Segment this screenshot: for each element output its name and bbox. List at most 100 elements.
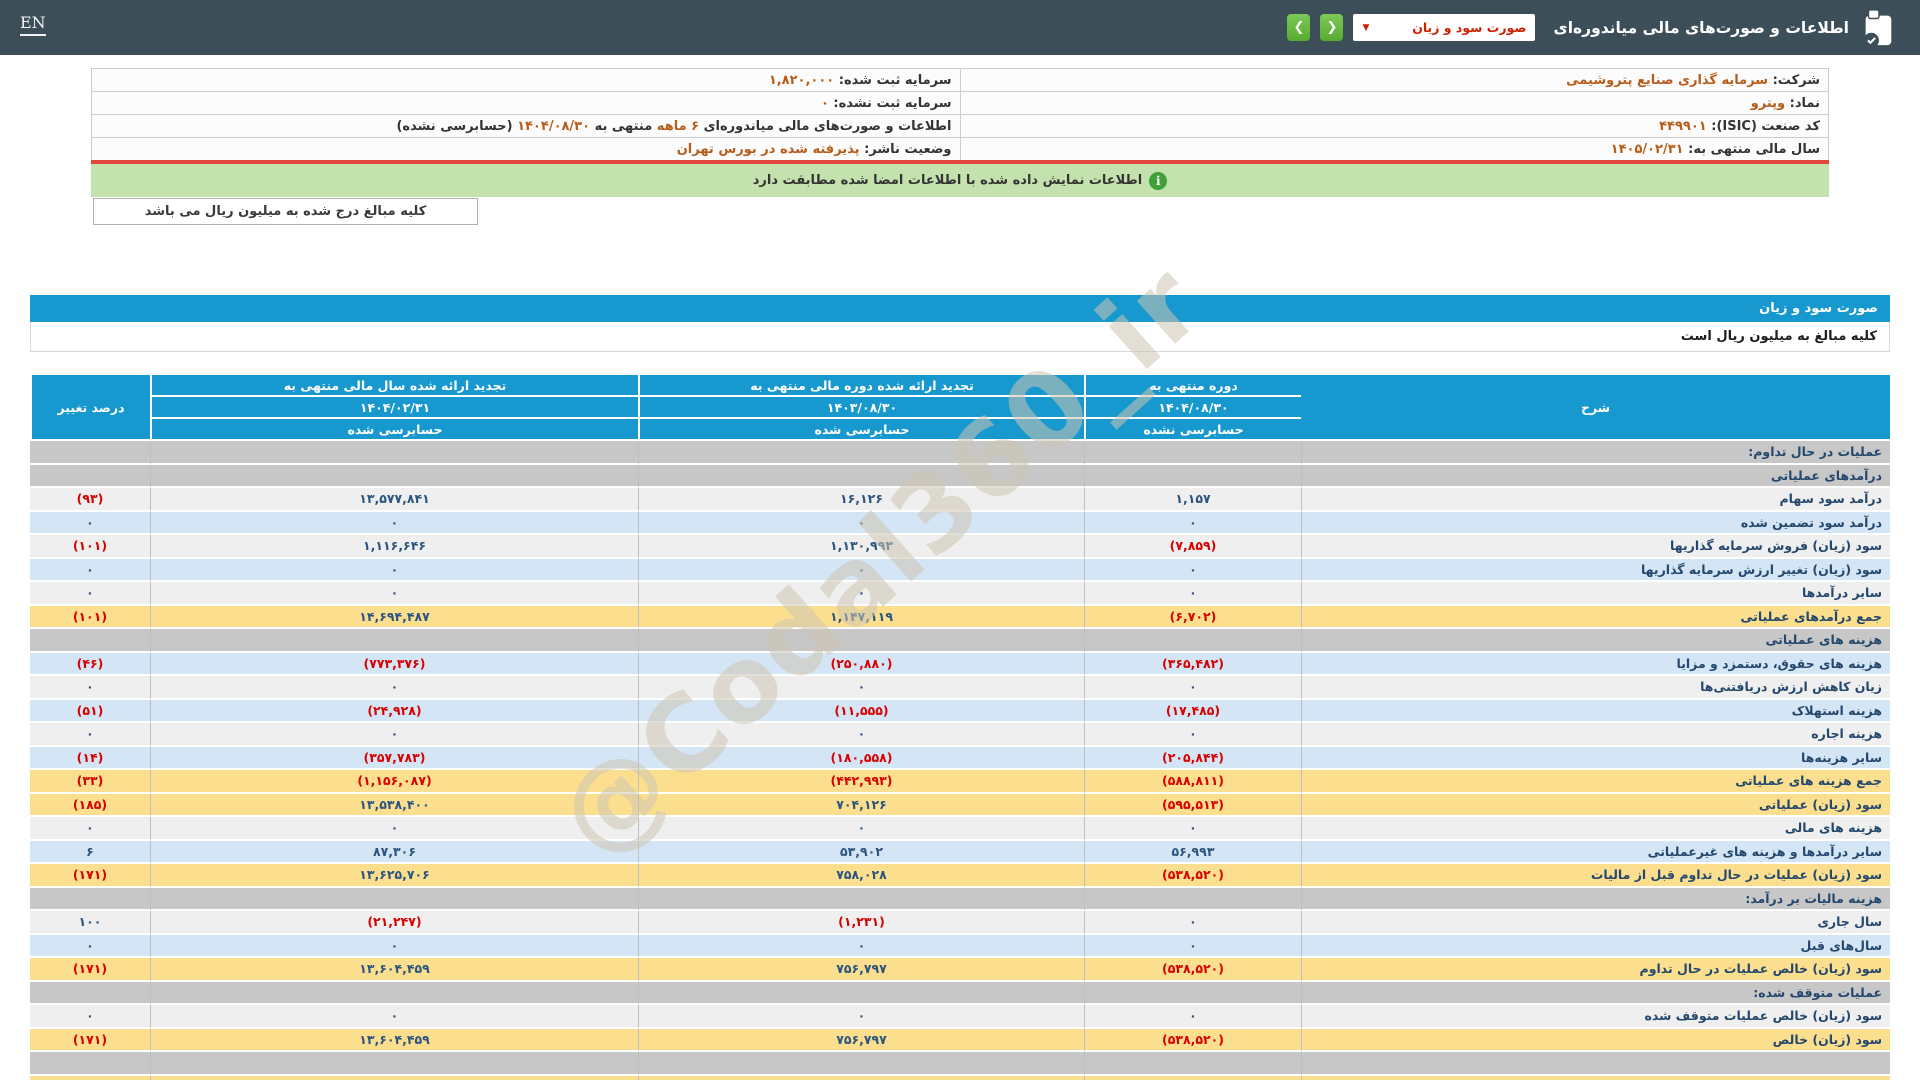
info-row: شرکت: سرمایه گذاری صنایع پتروشیمی سرمایه… <box>91 68 1829 92</box>
info-value: ۱۴۰۵/۰۲/۳۱ <box>1610 141 1684 157</box>
cell-value: ۰ <box>30 934 150 958</box>
row-label: درآمد سود سهام <box>1301 488 1890 512</box>
row-label: هزینه های حقوق، دستمزد و مزایا <box>1301 652 1890 676</box>
cell-value: ۵۶,۹۹۳ <box>1084 840 1301 864</box>
cell-value: (۵۳۸,۵۲۰) <box>1084 958 1301 982</box>
col-header-year-date: ۱۴۰۴/۰۲/۳۱ <box>150 397 638 419</box>
cell-value <box>150 1052 638 1076</box>
row-label: سال جاری <box>1301 911 1890 935</box>
cell-value: ۰ <box>30 558 150 582</box>
topbar-controls: اطلاعات و صورت‌های مالی میاندوره‌ای صورت… <box>1287 0 1897 55</box>
prev-statement-button[interactable]: ❯ <box>1287 14 1311 41</box>
cell-value: ۰ <box>1084 911 1301 935</box>
table-row: هزینه اجاره ۰ ۰ ۰ ۰ <box>30 723 1890 747</box>
signed-match-notice: i اطلاعات نمایش داده شده با اطلاعات امضا… <box>91 164 1829 197</box>
info-label: (حسابرسی نشده) <box>396 118 513 134</box>
chevron-down-icon: ▼ <box>1362 22 1370 33</box>
cell-value: (۶,۷۰۲) <box>1084 605 1301 629</box>
cell-value <box>638 887 1084 911</box>
cell-value <box>638 981 1084 1005</box>
cell-value: (۱۸۰,۵۵۸) <box>638 746 1084 770</box>
info-label: منتهی به <box>590 118 653 134</box>
info-label: سرمایه ثبت شده: <box>834 72 952 88</box>
cell-value: (۵۹۵,۵۱۳) <box>1084 793 1301 817</box>
col-header-percent-change: درصد تغییر <box>30 375 150 441</box>
cell-value: (۹۳) <box>30 488 150 512</box>
row-label: هزینه استهلاک <box>1301 699 1890 723</box>
row-label: سال‌های قبل <box>1301 934 1890 958</box>
language-switch-en[interactable]: EN <box>20 13 46 36</box>
cell-value <box>30 981 150 1005</box>
top-bar: EN اطلاعات و صورت‌های مالی میاندوره‌ای ص… <box>0 0 1920 55</box>
row-label: هزینه اجاره <box>1301 723 1890 747</box>
info-cell-right: شرکت: سرمایه گذاری صنایع پتروشیمی <box>959 68 1829 92</box>
info-cell-left: سرمایه ثبت شده: ۱,۸۲۰,۰۰۰ <box>91 68 961 92</box>
info-label: اطلاعات و صورت‌های مالی میاندوره‌ای <box>699 118 952 134</box>
row-label: سود (زیان) خالص <box>1301 1028 1890 1052</box>
cell-value: ۰ <box>638 934 1084 958</box>
table-row: سال جاری ۰ (۱,۲۳۱) (۲۱,۲۴۷) ۱۰۰ <box>30 911 1890 935</box>
section-row <box>30 1052 1890 1076</box>
info-value: ۴۴۹۹۰۱ <box>1659 118 1707 134</box>
row-label: سایر درآمدها <box>1301 582 1890 606</box>
cell-value <box>1084 464 1301 488</box>
cell-value <box>30 1075 150 1080</box>
cell-value: (۳۶۵,۴۸۲) <box>1084 652 1301 676</box>
cell-value: (۵۱) <box>30 699 150 723</box>
cell-value <box>150 441 638 465</box>
cell-value <box>638 629 1084 653</box>
table-row: سایر درآمدها و هزینه های غیرعملیاتی ۵۶,۹۹… <box>30 840 1890 864</box>
row-label: جمع درآمدهای عملیاتی <box>1301 605 1890 629</box>
info-icon: i <box>1149 171 1168 190</box>
cell-value: ۰ <box>30 1005 150 1029</box>
cell-value <box>1084 441 1301 465</box>
row-label <box>1301 1075 1890 1080</box>
cell-value <box>150 1075 638 1080</box>
section-row: هزینه های عملیاتی <box>30 629 1890 653</box>
cell-value: ۰ <box>1084 511 1301 535</box>
info-cell-left: سرمایه ثبت نشده: ۰ <box>91 91 961 115</box>
row-label: عملیات در حال تداوم: <box>1301 441 1890 465</box>
million-rial-note: کلیه مبالغ درج شده به میلیون ریال می باش… <box>93 198 478 225</box>
cell-value: ۶ <box>30 840 150 864</box>
statement-type-dropdown[interactable]: صورت سود و زیان ▼ <box>1353 14 1536 41</box>
cell-value: (۳۵۷,۷۸۳) <box>150 746 638 770</box>
info-value: ۰ <box>820 95 829 111</box>
clipboard-report-icon <box>1863 8 1892 48</box>
info-cell-left: وضعیت ناشر: پذیرفته شده در بورس تهران <box>91 137 961 161</box>
next-statement-button[interactable]: ❮ <box>1320 14 1344 41</box>
cell-value: (۱۷۱) <box>30 1028 150 1052</box>
cell-value: ۷۰۴,۱۲۶ <box>638 793 1084 817</box>
cell-value: (۵۳۸,۵۲۰) <box>1084 1028 1301 1052</box>
cell-value: (۱۱,۵۵۵) <box>638 699 1084 723</box>
section-row: درآمدهای عملیاتی <box>30 464 1890 488</box>
cell-value: ۱,۱۱۶,۶۴۶ <box>150 535 638 559</box>
cell-value: ۰ <box>1084 676 1301 700</box>
row-label <box>1301 1052 1890 1076</box>
total-row: سود (زیان) خالص عملیات در حال تداوم (۵۳۸,… <box>30 958 1890 982</box>
cell-value: (۵۳۸,۵۲۰) <box>1084 864 1301 888</box>
row-label: سود (زیان) خالص عملیات در حال تداوم <box>1301 958 1890 982</box>
info-cell-right: سال مالی منتهی به: ۱۴۰۵/۰۲/۳۱ <box>959 137 1829 161</box>
cell-value: ۰ <box>1084 934 1301 958</box>
table-row: هزینه استهلاک (۱۷,۴۸۵) (۱۱,۵۵۵) (۲۴,۹۲۸) (۵۱… <box>30 699 1890 723</box>
info-label: کد صنعت (ISIC): <box>1706 118 1820 134</box>
cell-value <box>30 1052 150 1076</box>
col-header-prior-period: تجدید ارائه شده دوره مالی منتهی به <box>638 375 1084 397</box>
cell-value: ۰ <box>150 676 638 700</box>
cell-value: ۰ <box>150 511 638 535</box>
report-title-bar: صورت سود و زیان <box>30 295 1890 322</box>
page-title: اطلاعات و صورت‌های مالی میاندوره‌ای <box>1553 18 1849 37</box>
info-cell-left: اطلاعات و صورت‌های مالی میاندوره‌ای ۶ ما… <box>91 114 961 138</box>
info-cell-right: کد صنعت (ISIC): ۴۴۹۹۰۱ <box>959 114 1829 138</box>
cell-value <box>30 629 150 653</box>
info-label: نماد: <box>1785 95 1820 111</box>
cell-value: ۰ <box>150 582 638 606</box>
row-label: درآمدهای عملیاتی <box>1301 464 1890 488</box>
info-label: سال مالی منتهی به: <box>1683 141 1820 157</box>
section-row: هزینه مالیات بر درآمد: <box>30 887 1890 911</box>
cell-value <box>150 464 638 488</box>
info-value: وپترو <box>1750 95 1786 111</box>
row-label: سود (زیان) عملیاتی <box>1301 793 1890 817</box>
total-row: سود (زیان) عملیات در حال تداوم قبل از ما… <box>30 864 1890 888</box>
